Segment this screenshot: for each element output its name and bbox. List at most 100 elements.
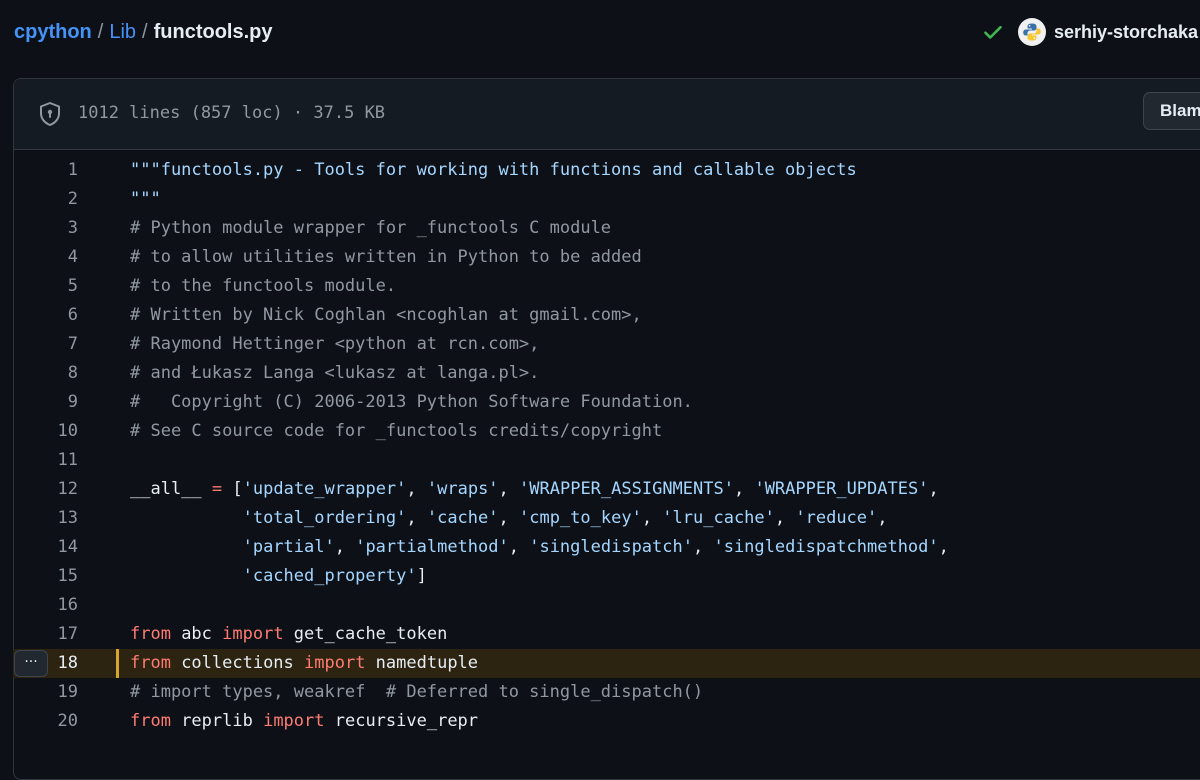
code-line[interactable]: 3 # Python module wrapper for _functools … <box>13 214 1200 243</box>
line-number[interactable]: 3 <box>13 214 78 243</box>
line-number[interactable]: 5 <box>13 272 78 301</box>
code-token: , <box>774 508 796 528</box>
code-token: # Copyright (C) 2006-2013 Python Softwar… <box>130 392 693 412</box>
code-token: 'singledispatch' <box>529 537 693 557</box>
line-number[interactable]: 6 <box>13 301 78 330</box>
breadcrumb-separator: / <box>97 21 104 43</box>
blame-button[interactable]: Blame <box>1143 92 1200 130</box>
code-text: from collections import namedtuple <box>130 649 478 678</box>
code-text: # and Łukasz Langa <lukasz at langa.pl>. <box>130 359 539 388</box>
code-token: 'total_ordering' <box>242 508 407 528</box>
line-number[interactable]: 20 <box>13 707 78 736</box>
code-token: 'wraps' <box>426 479 499 499</box>
breadcrumb-separator: / <box>142 21 148 43</box>
line-number[interactable]: 14 <box>13 533 78 562</box>
code-text: from abc import get_cache_token <box>130 620 447 649</box>
code-token: from <box>130 653 171 673</box>
code-line[interactable]: 12 __all__ = ['update_wrapper', 'wraps', … <box>13 475 1200 504</box>
code-token: # Written by Nick Coghlan <ncoghlan at g… <box>130 305 642 325</box>
author-name[interactable]: serhiy-storchaka <box>1054 22 1198 43</box>
code-token: # to allow utilities written in Python t… <box>130 247 642 267</box>
code-token: 'partial' <box>242 537 335 557</box>
code-line[interactable]: 8 # and Łukasz Langa <lukasz at langa.pl>… <box>13 359 1200 388</box>
code-token: = <box>211 479 223 499</box>
line-number[interactable]: 15 <box>13 562 78 591</box>
code-token: , <box>498 479 520 499</box>
code-token: namedtuple <box>365 653 479 673</box>
code-token: # and Łukasz Langa <lukasz at langa.pl>. <box>130 363 540 383</box>
code-line[interactable]: 4 # to allow utilities written in Python … <box>13 243 1200 272</box>
code-token: , <box>733 479 755 499</box>
code-text: """ <box>130 185 161 214</box>
code-line[interactable]: 1 """functools.py - Tools for working wit… <box>13 156 1200 185</box>
code-text: # Python module wrapper for _functools C… <box>130 214 611 243</box>
breadcrumb-folder-link[interactable]: Lib <box>109 21 136 43</box>
code-token: , <box>877 508 888 528</box>
line-number[interactable]: 18 <box>13 649 78 678</box>
line-number[interactable]: 8 <box>13 359 78 388</box>
code-line[interactable]: 17 from abc import get_cache_token <box>13 620 1200 649</box>
code-token: [ <box>222 479 243 499</box>
code-line[interactable]: 13 'total_ordering', 'cache', 'cmp_to_ke… <box>13 504 1200 533</box>
file-info: 1012 lines (857 loc) · 37.5 KB <box>78 103 386 123</box>
code-token: collections <box>170 653 305 673</box>
code-text: """functools.py - Tools for working with… <box>130 156 857 185</box>
code-text: __all__ = ['update_wrapper', 'wraps', 'W… <box>130 475 939 504</box>
code-token: from <box>130 624 171 644</box>
code-line[interactable]: 15 'cached_property'] <box>13 562 1200 591</box>
code-token: 'WRAPPER_ASSIGNMENTS' <box>519 479 734 499</box>
line-number[interactable]: 1 <box>13 156 78 185</box>
code-line[interactable]: 16 <box>13 591 1200 620</box>
code-line[interactable]: 19 # import types, weakref # Deferred to … <box>13 678 1200 707</box>
line-number[interactable]: 2 <box>13 185 78 214</box>
breadcrumb-file-name: functools.py <box>153 21 273 43</box>
top-bar: cpython / Lib / functools.py serhiy-storchak… <box>0 0 1200 64</box>
code-token: 'singledispatchmethod' <box>713 537 939 557</box>
code-line[interactable]: 20 from reprlib import recursive_repr <box>13 707 1200 736</box>
breadcrumb-repo-link[interactable]: cpython <box>14 21 92 43</box>
line-number[interactable]: 7 <box>13 330 78 359</box>
line-number[interactable]: 13 <box>13 504 78 533</box>
code-line[interactable]: 2 """ <box>13 185 1200 214</box>
code-line[interactable]: 7 # Raymond Hettinger <python at rcn.com>… <box>13 330 1200 359</box>
avatar[interactable] <box>1018 18 1046 46</box>
code-line[interactable]: ··· 18 from collections import namedtuple <box>13 649 1200 678</box>
code-token: import <box>222 624 284 644</box>
code-token: , <box>938 537 949 557</box>
code-text: 'cached_property'] <box>130 562 427 591</box>
line-number[interactable]: 19 <box>13 678 78 707</box>
last-commit-author[interactable]: serhiy-storchaka <box>982 18 1198 46</box>
code-line[interactable]: 14 'partial', 'partialmethod', 'singledi… <box>13 533 1200 562</box>
line-number[interactable]: 11 <box>13 446 78 475</box>
code-text: from reprlib import recursive_repr <box>130 707 478 736</box>
code-token: 'cached_property' <box>242 566 417 586</box>
line-number[interactable]: 9 <box>13 388 78 417</box>
code-token: 'update_wrapper' <box>242 479 407 499</box>
code-line[interactable]: 10 # See C source code for _functools cre… <box>13 417 1200 446</box>
code-line[interactable]: 5 # to the functools module. <box>13 272 1200 301</box>
code-token: 'lru_cache' <box>662 508 775 528</box>
line-number[interactable]: 17 <box>13 620 78 649</box>
line-number[interactable]: 4 <box>13 243 78 272</box>
code-token: , <box>641 508 663 528</box>
python-logo-icon <box>1023 23 1041 41</box>
code-token: ] <box>416 566 427 586</box>
code-token: recursive_repr <box>324 711 479 731</box>
line-number[interactable]: 10 <box>13 417 78 446</box>
code-text: 'partial', 'partialmethod', 'singledispa… <box>130 533 949 562</box>
code-text: 'total_ordering', 'cache', 'cmp_to_key',… <box>130 504 888 533</box>
line-number[interactable]: 16 <box>13 591 78 620</box>
code-token: , <box>406 508 427 528</box>
code-text: # Raymond Hettinger <python at rcn.com>, <box>130 330 539 359</box>
code-line[interactable]: 6 # Written by Nick Coghlan <ncoghlan at … <box>13 301 1200 330</box>
code-token: , <box>498 508 519 528</box>
shield-icon <box>40 102 60 126</box>
code-token: import <box>304 653 366 673</box>
code-line[interactable]: 11 <box>13 446 1200 475</box>
line-number[interactable]: 12 <box>13 475 78 504</box>
code-token: reprlib <box>170 711 264 731</box>
code-line[interactable]: 9 # Copyright (C) 2006-2013 Python Softwa… <box>13 388 1200 417</box>
